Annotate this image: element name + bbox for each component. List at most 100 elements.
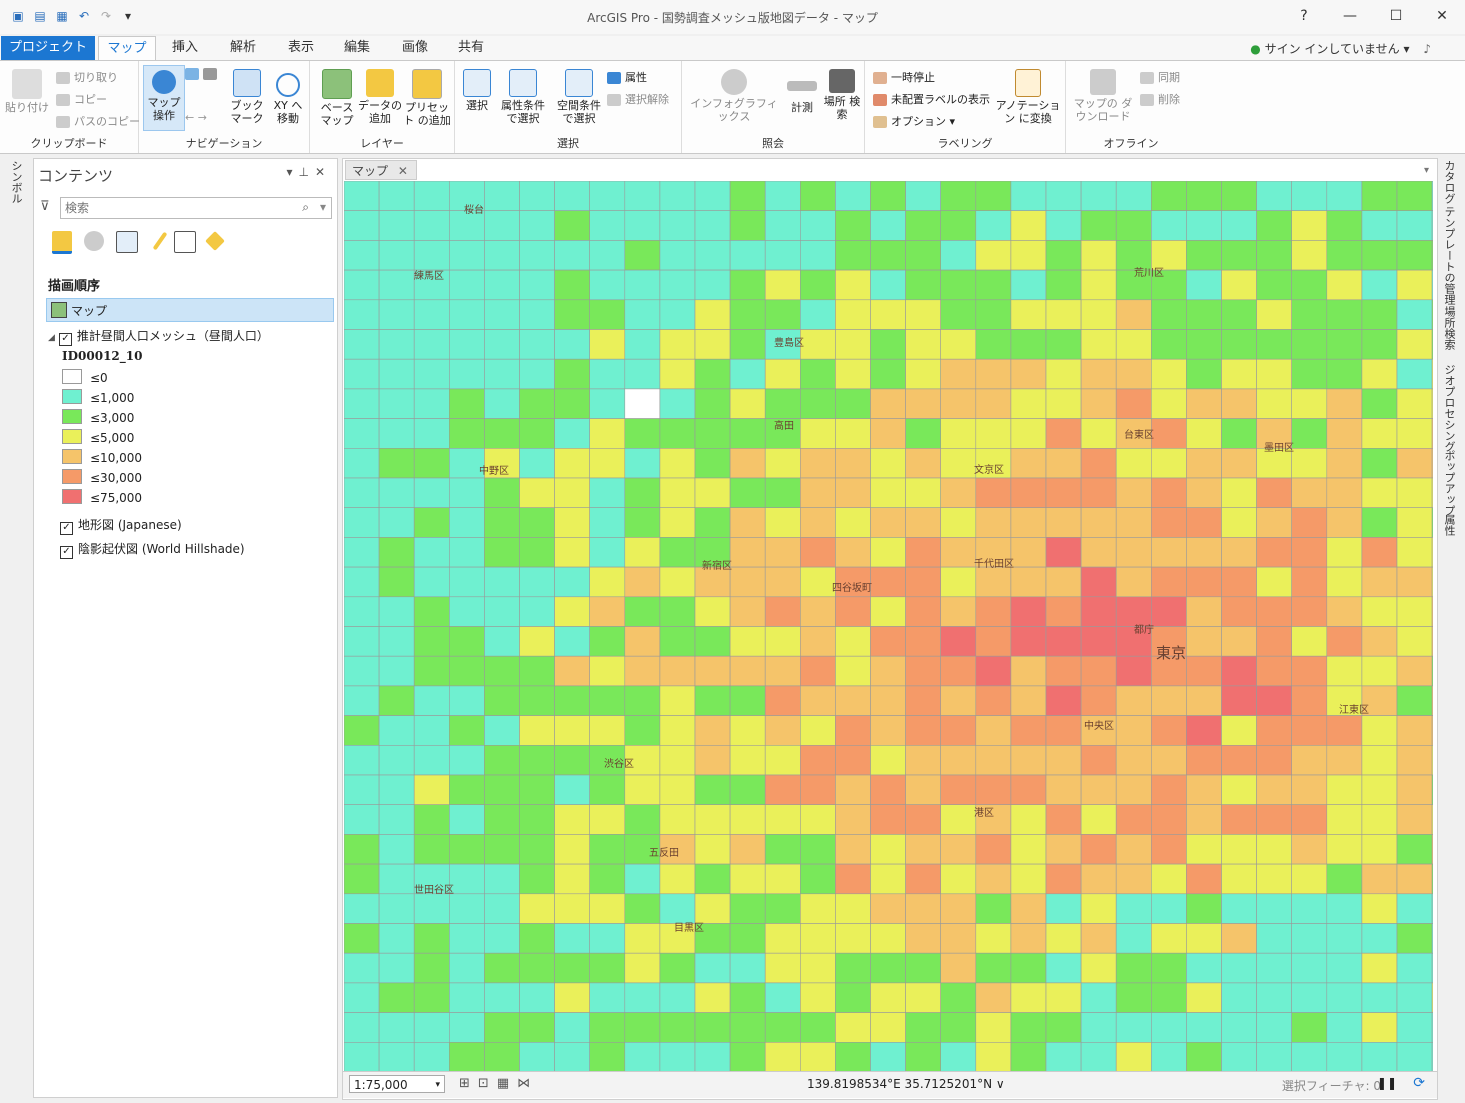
- expand-arrow-icon[interactable]: ◢: [48, 333, 55, 343]
- snapping-toggle-icon[interactable]: ⊞: [459, 1076, 478, 1091]
- mesh-cell: [378, 388, 415, 419]
- popup-tab[interactable]: ポップアップ: [1441, 450, 1457, 516]
- filter-icon[interactable]: ⊽: [40, 199, 50, 214]
- layer-row[interactable]: ◢ ✓ 推計昼間人口メッシュ（昼間人口）: [48, 327, 269, 346]
- nav-tools[interactable]: [185, 67, 221, 80]
- copy-path-button[interactable]: パスのコピー: [56, 113, 140, 129]
- explore-button[interactable]: マップ 操作: [143, 65, 185, 131]
- data-source-icon[interactable]: [84, 231, 104, 251]
- pause-drawing-icon[interactable]: ❚❚: [1377, 1076, 1397, 1090]
- refresh-icon[interactable]: ⟳: [1413, 1075, 1425, 1091]
- mesh-cell: [449, 388, 485, 419]
- editing-icon[interactable]: [152, 231, 168, 251]
- tab-view[interactable]: 表示: [276, 36, 326, 60]
- legend-label: ≤75,000: [90, 491, 143, 505]
- prev-next-extent[interactable]: ← →: [185, 111, 207, 124]
- constraint-icon[interactable]: ⋈: [517, 1076, 538, 1091]
- tab-imagery[interactable]: 画像: [390, 36, 440, 60]
- catalog-tab[interactable]: カタログ: [1441, 160, 1457, 204]
- basemap-hillshade-row[interactable]: ✓ 陰影起伏図 (World Hillshade): [60, 540, 245, 559]
- locate-button[interactable]: 場所 検索: [822, 69, 862, 121]
- mesh-cell: [484, 715, 520, 746]
- mesh-cell: [624, 923, 661, 954]
- chevron-down-icon[interactable]: ▾: [320, 200, 326, 214]
- close-tab-icon[interactable]: ✕: [398, 164, 408, 178]
- labeling-icon[interactable]: [205, 231, 225, 251]
- mesh-cell: [554, 804, 591, 835]
- cut-button[interactable]: 切り取り: [56, 69, 118, 85]
- selection-list-icon[interactable]: [116, 231, 138, 253]
- pause-labels-button[interactable]: 一時停止: [873, 69, 935, 85]
- snapping-icon[interactable]: [174, 231, 196, 253]
- maximize-button[interactable]: ☐: [1373, 0, 1419, 32]
- label-options-button[interactable]: オプション ▾: [873, 113, 955, 129]
- mesh-cell: [624, 804, 661, 835]
- close-button[interactable]: ✕: [1419, 0, 1465, 32]
- pane-controls[interactable]: ▾⊥✕: [286, 165, 331, 179]
- unplaced-labels-button[interactable]: 未配置ラベルの表示: [873, 91, 990, 107]
- tab-insert[interactable]: 挿入: [160, 36, 210, 60]
- map-view-tab[interactable]: マップ ✕: [345, 160, 417, 180]
- pin-icon[interactable]: ⊥: [298, 165, 314, 179]
- dropdown-icon[interactable]: ▾: [286, 165, 298, 179]
- search-icon[interactable]: ⌕: [302, 200, 309, 215]
- select-by-location-button[interactable]: 空間条件 で選択: [551, 69, 607, 125]
- population-mesh-map[interactable]: 桜台練馬区豊島区 荒川区高田文京区 台東区墨田区中野区新宿区 千代田区四谷坂町東京中央…: [344, 181, 1433, 1071]
- goto-xy-button[interactable]: XY へ移動: [269, 69, 307, 125]
- select-button[interactable]: 選択: [459, 69, 495, 112]
- convert-annotation-button[interactable]: アノテーション に変換: [995, 69, 1061, 125]
- mesh-cell: [1256, 982, 1292, 1013]
- map-item[interactable]: マップ: [46, 298, 334, 322]
- map-status-bar: 1:75,000 ▾ ⊞⊡▦⋈ 139.8198534°E 35.7125201°…: [343, 1071, 1437, 1098]
- tab-share[interactable]: 共有: [446, 36, 496, 60]
- select-by-attributes-button[interactable]: 属性条件 で選択: [495, 69, 551, 125]
- layer-visibility-checkbox[interactable]: ✓: [58, 333, 72, 346]
- attributes-button[interactable]: 属性: [607, 69, 647, 85]
- attributes-tab[interactable]: 属性: [1441, 514, 1457, 536]
- paste-button[interactable]: 貼り付け: [4, 69, 50, 114]
- add-data-button[interactable]: データの 追加: [358, 69, 402, 125]
- tab-analysis[interactable]: 解析: [218, 36, 268, 60]
- mesh-cell: [484, 240, 520, 271]
- symbology-tab[interactable]: シンボル: [8, 160, 24, 204]
- tab-map[interactable]: マップ: [98, 36, 156, 61]
- mesh-cell: [344, 804, 380, 835]
- infographics-button[interactable]: インフォグラフィックス: [686, 69, 782, 123]
- locate-tab[interactable]: 場所検索: [1441, 306, 1457, 350]
- mesh-cell: [1010, 240, 1047, 271]
- scale-selector[interactable]: 1:75,000 ▾: [349, 1075, 445, 1093]
- add-preset-button[interactable]: プリセット の追加: [402, 69, 452, 127]
- view-dropdown-icon[interactable]: ▾: [1424, 165, 1429, 176]
- measure-button[interactable]: 計測: [782, 69, 822, 114]
- notification-bell-icon[interactable]: ♪: [1423, 42, 1431, 56]
- drawing-order-icon[interactable]: [52, 231, 72, 254]
- mesh-cell: [1361, 477, 1398, 509]
- signin-status[interactable]: ● サイン インしていません ▾ ♪: [1250, 40, 1431, 57]
- tab-project[interactable]: プロジェクト: [1, 36, 95, 60]
- geoprocessing-tab[interactable]: ジオプロセシング: [1441, 364, 1457, 452]
- manage-templates-tab[interactable]: テンプレートの管理: [1441, 206, 1457, 305]
- sync-button[interactable]: 同期: [1140, 69, 1180, 85]
- minimize-button[interactable]: —: [1327, 0, 1373, 32]
- search-input[interactable]: [61, 198, 287, 218]
- mesh-cell: [413, 299, 450, 330]
- chevron-down-icon[interactable]: ∨: [996, 1077, 1005, 1091]
- basemap-button[interactable]: ベース マップ: [316, 69, 358, 127]
- tab-edit[interactable]: 編集: [332, 36, 382, 60]
- clear-selection-button[interactable]: 選択解除: [607, 91, 669, 107]
- status-tools[interactable]: ⊞⊡▦⋈: [459, 1076, 538, 1091]
- basemap-topo-checkbox[interactable]: ✓: [60, 522, 73, 535]
- grid-toggle-icon[interactable]: ⊡: [478, 1076, 497, 1091]
- copy-button[interactable]: コピー: [56, 91, 107, 107]
- mesh-cell: [940, 893, 977, 924]
- basemap-hillshade-checkbox[interactable]: ✓: [60, 546, 73, 559]
- mesh-cell: [449, 982, 485, 1013]
- bookmarks-button[interactable]: ブック マーク: [227, 69, 267, 125]
- close-icon[interactable]: ✕: [315, 165, 331, 179]
- download-map-button[interactable]: マップの ダウンロード: [1070, 69, 1136, 123]
- mesh-cell: [905, 804, 941, 835]
- table-toggle-icon[interactable]: ▦: [497, 1076, 517, 1091]
- basemap-topo-row[interactable]: ✓ 地形図 (Japanese): [60, 516, 182, 535]
- help-button[interactable]: ?: [1281, 0, 1327, 32]
- remove-button[interactable]: 削除: [1140, 91, 1180, 107]
